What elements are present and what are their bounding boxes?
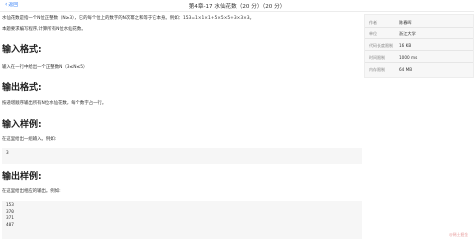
top-bar: ‹ 返回 第4章-17 水仙花数（20 分）（20 分） (0, 0, 474, 12)
page-title: 第4章-17 水仙花数（20 分）（20 分） (188, 3, 286, 10)
info-value: 64 MB (399, 67, 413, 72)
sample-output-line: 371 (6, 216, 14, 222)
sample-output-line: 370 (6, 209, 14, 215)
output-format-text: 按递增顺序输出所有N位水仙花数，每个数字占一行。 (2, 101, 107, 106)
info-value: 陈春晖 (399, 19, 412, 25)
info-key: 单位 (369, 30, 377, 36)
sample-output-line: 407 (6, 222, 14, 228)
sample-output-caption: 在这里给出相应的输出。例如: (2, 189, 61, 194)
output-format-heading: 输出格式: (2, 83, 42, 93)
info-key: 代码长度限制 (369, 42, 393, 48)
description-line-2: 本题要求编写程序,计算所有N位水仙花数。 (2, 27, 86, 32)
sample-output-heading: 输出样例: (2, 172, 42, 182)
info-key: 作者 (369, 19, 377, 25)
sample-input-line: 3 (6, 151, 9, 156)
description-line-1: 水仙花数是指一个N位正整数（N≥3），它的每个位上的数字的N次幂之和等于它本身。… (2, 16, 254, 21)
input-format-text: 输入在一行中给出一个正整数N（3≤N≤5） (2, 65, 88, 70)
watermark: @稀土掘金 (449, 232, 468, 237)
info-value: 1000 ms (399, 55, 418, 60)
info-value: 浙江大学 (399, 30, 416, 36)
sample-output-line: 153 (6, 203, 14, 208)
info-row-code-limit: 代码长度限制 16 KB (365, 41, 473, 51)
sample-output-block[interactable]: 153 370 371 407 (2, 201, 362, 239)
sample-input-caption: 在这里给出一组输入。例如: (2, 137, 57, 142)
info-row-organization: 单位 浙江大学 (365, 29, 473, 39)
info-key: 内存限制 (369, 66, 385, 72)
info-key: 时间限制 (369, 54, 385, 60)
problem-info-panel: 作者 陈春晖 单位 浙江大学 代码长度限制 16 KB 时间限制 1000 ms… (364, 14, 474, 78)
info-row-memory-limit: 内存限制 64 MB (365, 65, 473, 74)
info-value: 16 KB (399, 43, 412, 48)
info-row-author: 作者 陈春晖 (365, 18, 473, 28)
info-row-time-limit: 时间限制 1000 ms (365, 53, 473, 63)
sample-input-block[interactable]: 3 (2, 148, 362, 164)
sample-input-heading: 输入样例: (2, 120, 42, 130)
input-format-heading: 输入格式: (2, 45, 42, 55)
